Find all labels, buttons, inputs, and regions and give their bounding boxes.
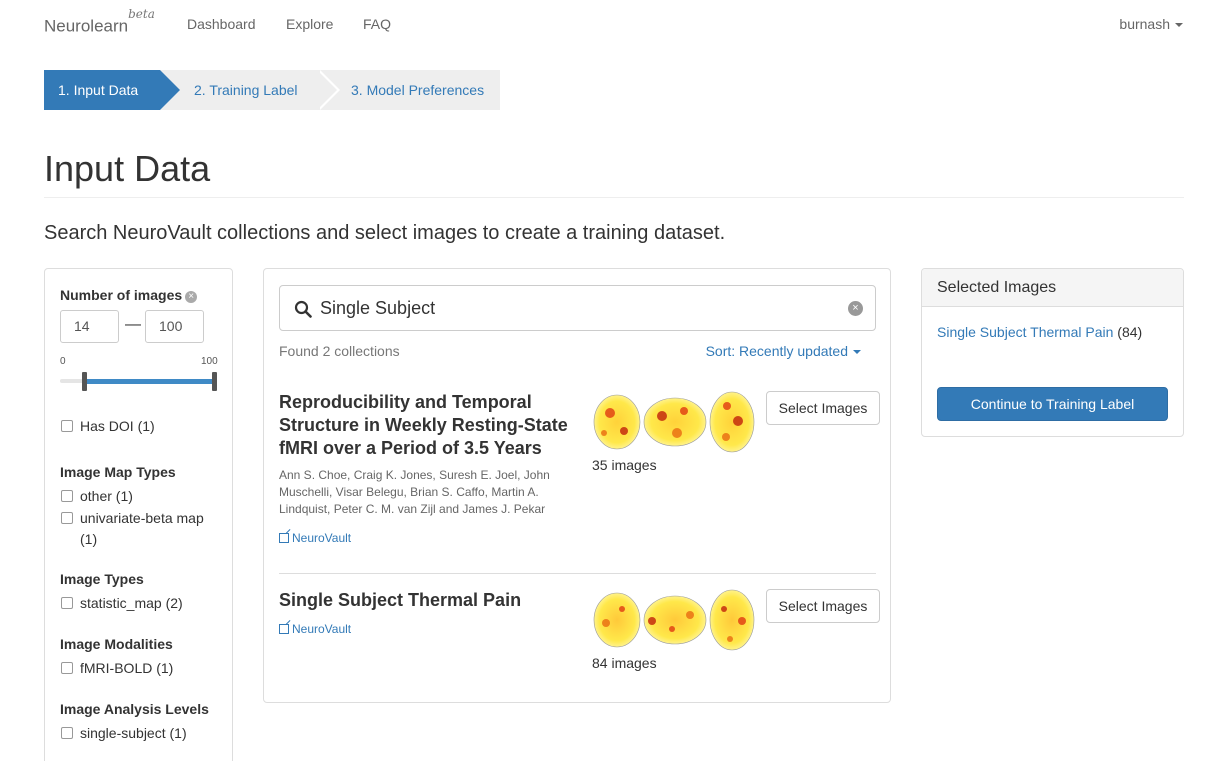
user-menu[interactable]: burnash: [1119, 16, 1183, 32]
search-input[interactable]: Single Subject ×: [279, 285, 876, 331]
has-doi-checkbox[interactable]: [61, 420, 73, 432]
collection-divider: [279, 573, 876, 574]
external-link-icon: [279, 624, 289, 634]
collection-title-line: Structure in Weekly Resting-State: [279, 415, 568, 435]
min-images-input[interactable]: 14: [60, 310, 119, 343]
external-link-icon: [279, 533, 289, 543]
continue-button[interactable]: Continue to Training Label: [937, 387, 1168, 421]
step-input-data[interactable]: 1. Input Data: [44, 70, 160, 110]
single-subject-checkbox[interactable]: [61, 727, 73, 739]
sort-dropdown[interactable]: Sort: Recently updated: [706, 343, 861, 359]
image-analysis-levels-heading: Image Analysis Levels: [60, 701, 209, 717]
brain-glass-brain-thumbnail: [593, 391, 755, 453]
step-model-preferences[interactable]: 3. Model Preferences: [351, 70, 484, 110]
neurovault-link-label: NeuroVault: [292, 622, 352, 636]
select-images-button[interactable]: Select Images: [766, 391, 880, 425]
fmri-bold-checkbox[interactable]: [61, 662, 73, 674]
filter-panel: Number of images × 14 — 100 0 100 Has DOI…: [44, 268, 233, 761]
slider-max-label: 100: [201, 356, 218, 367]
collection-title[interactable]: Reproducibility and Temporal Structure i…: [279, 391, 569, 460]
other-checkbox[interactable]: [61, 490, 73, 502]
univariate-beta-label: univariate-beta map: [80, 510, 204, 526]
univariate-beta-checkbox[interactable]: [61, 512, 73, 524]
single-subject-label: single-subject (1): [80, 725, 187, 741]
univariate-beta-count: (1): [80, 531, 98, 547]
nav-dashboard[interactable]: Dashboard: [187, 16, 256, 32]
brain-glass-brain-thumbnail: [593, 589, 755, 651]
brand-logo[interactable]: Neurolearnbeta: [44, 7, 155, 37]
image-modalities-heading: Image Modalities: [60, 636, 173, 652]
image-map-types-heading: Image Map Types: [60, 464, 176, 480]
clear-search-icon[interactable]: ×: [848, 301, 863, 316]
slider-max-handle[interactable]: [212, 372, 217, 391]
page-description: Search NeuroVault collections and select…: [44, 222, 726, 244]
page-title: Input Data: [44, 148, 211, 189]
results-count: Found 2 collections: [279, 343, 400, 359]
search-value: Single Subject: [320, 298, 436, 318]
wizard-steps: 1. Input Data 2. Training Label 3. Model…: [44, 70, 500, 110]
caret-down-icon: [1175, 23, 1183, 28]
select-images-button[interactable]: Select Images: [766, 589, 880, 623]
collection-title-line: Single Subject Thermal Pain: [279, 590, 522, 610]
step-arrow: [317, 70, 337, 110]
authors-line: Ann S. Choe, Craig K. Jones, Suresh E. J…: [279, 468, 550, 482]
caret-down-icon: [853, 350, 861, 355]
fmri-bold-label: fMRI-BOLD (1): [80, 660, 174, 676]
range-dash: —: [125, 316, 141, 333]
nav-explore[interactable]: Explore: [286, 16, 333, 32]
beta-badge: beta: [128, 7, 155, 21]
authors-line: Muschelli, Visar Belegu, Brian S. Caffo,…: [279, 485, 539, 499]
slider-min-label: 0: [60, 356, 66, 367]
neurovault-link[interactable]: NeuroVault: [279, 531, 351, 545]
number-of-images-heading: Number of images ×: [60, 287, 198, 303]
image-types-heading: Image Types: [60, 571, 144, 587]
clear-filter-icon[interactable]: ×: [185, 291, 198, 303]
selected-images-heading: Selected Images: [922, 269, 1183, 307]
has-doi-label: Has DOI (1): [80, 418, 155, 434]
sort-label: Sort: Recently updated: [705, 343, 848, 359]
statistic-map-checkbox[interactable]: [61, 597, 73, 609]
number-of-images-label: Number of images: [60, 287, 183, 303]
image-count: 84 images: [592, 655, 657, 671]
authors-line: Lindquist, Peter C. M. van Zijl and Jame…: [279, 502, 546, 516]
step-arrow: [160, 70, 180, 110]
brand-name: Neurolearn: [44, 16, 129, 36]
neurovault-link-label: NeuroVault: [292, 531, 352, 545]
navbar: Neurolearnbeta Dashboard Explore FAQ bur…: [0, 0, 1220, 50]
collection-title[interactable]: Single Subject Thermal Pain: [279, 589, 569, 612]
other-label: other (1): [80, 488, 133, 504]
max-images-input[interactable]: 100: [145, 310, 204, 343]
selected-item-link[interactable]: Single Subject Thermal Pain: [937, 324, 1113, 340]
search-icon: [294, 300, 312, 318]
results-panel: Single Subject × Found 2 collections Sor…: [263, 268, 891, 703]
step-training-label[interactable]: 2. Training Label: [194, 70, 298, 110]
slider-range-fill: [83, 379, 215, 384]
collection-title-line: Reproducibility and Temporal: [279, 392, 532, 412]
selected-item-count: (84): [1117, 324, 1143, 340]
statistic-map-label: statistic_map (2): [80, 595, 183, 611]
slider-min-handle[interactable]: [82, 372, 87, 391]
selected-item: Single Subject Thermal Pain (84): [937, 324, 1142, 340]
selected-images-panel: Selected Images Single Subject Thermal P…: [921, 268, 1184, 437]
username: burnash: [1119, 16, 1170, 32]
nav-faq[interactable]: FAQ: [363, 16, 391, 32]
neurovault-link[interactable]: NeuroVault: [279, 622, 351, 636]
image-count: 35 images: [592, 457, 657, 473]
collection-title-line: fMRI over a Period of 3.5 Years: [279, 438, 542, 458]
collection-authors: Ann S. Choe, Craig K. Jones, Suresh E. J…: [279, 467, 559, 518]
title-divider: [44, 197, 1184, 198]
